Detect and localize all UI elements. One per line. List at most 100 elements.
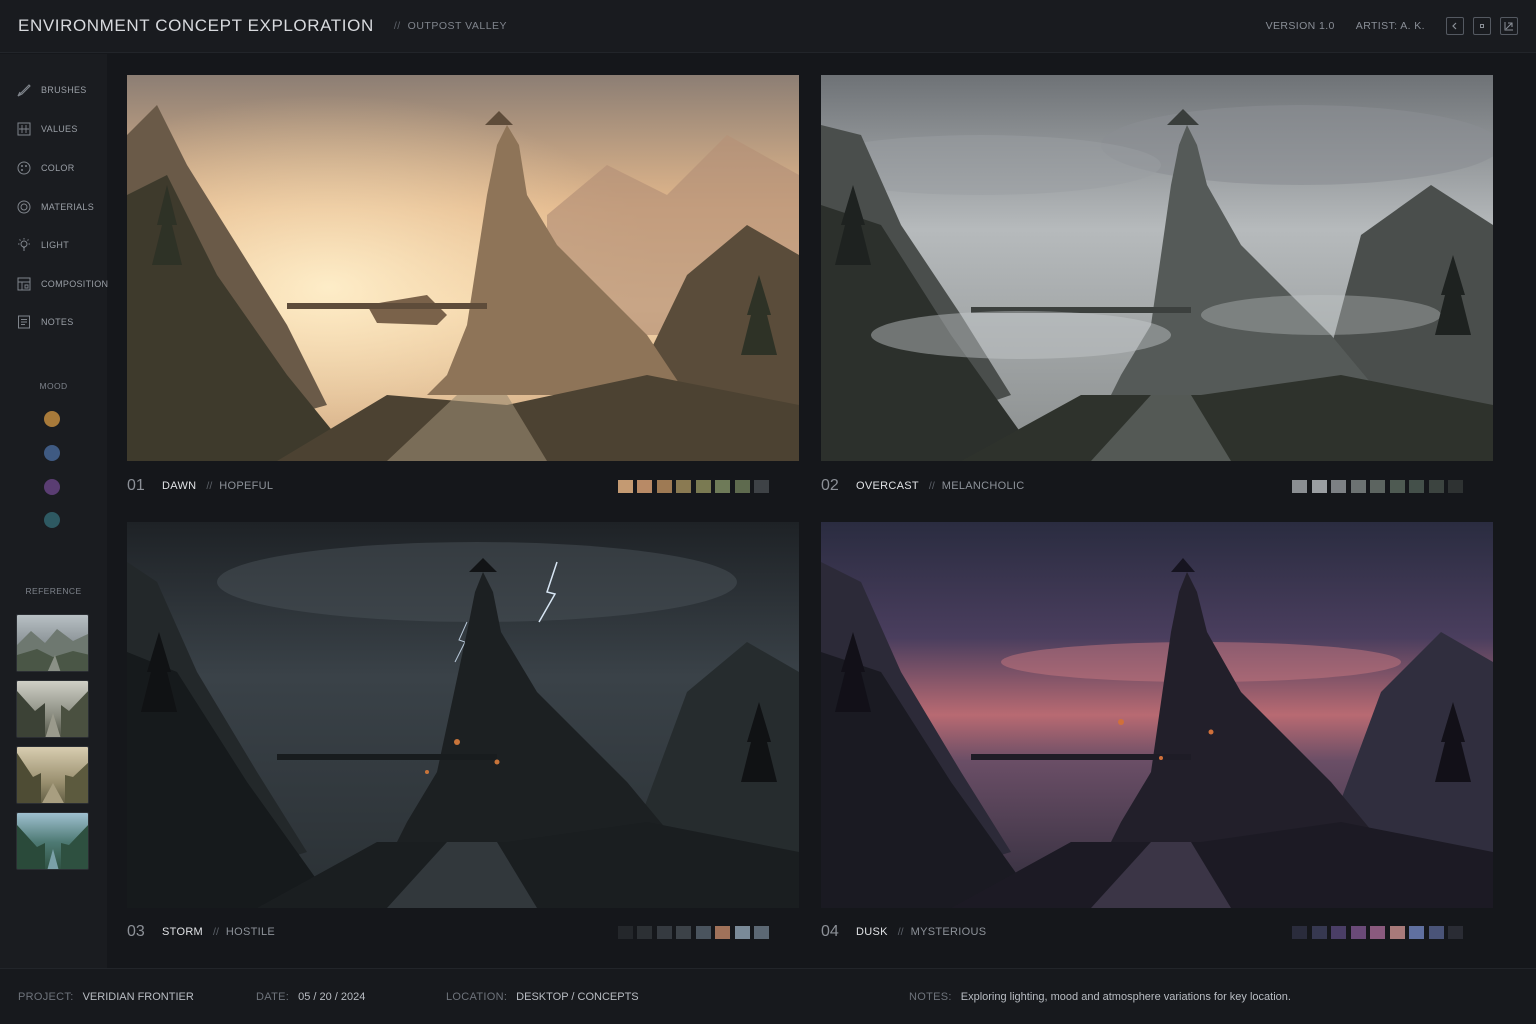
collapse-icon bbox=[1452, 22, 1457, 30]
palette-swatch[interactable] bbox=[617, 925, 633, 939]
restore-button[interactable] bbox=[1473, 17, 1491, 35]
palette-swatch[interactable] bbox=[1311, 925, 1327, 939]
square-icon bbox=[1480, 24, 1484, 28]
palette-swatch[interactable] bbox=[617, 479, 633, 493]
palette-swatch[interactable] bbox=[1331, 479, 1346, 493]
palette-swatch[interactable] bbox=[1389, 925, 1405, 939]
sidebar-item-light[interactable]: LIGHT bbox=[16, 236, 69, 254]
color-icon bbox=[16, 160, 32, 176]
concept-image-dawn[interactable] bbox=[127, 75, 799, 461]
values-icon bbox=[16, 121, 32, 137]
sidebar-item-label: COMPOSITION bbox=[41, 279, 109, 289]
footer-location: LOCATION: DESKTOP / CONCEPTS bbox=[446, 991, 639, 1003]
sidebar-item-label: LIGHT bbox=[41, 240, 70, 250]
panel-caption: 01 DAWN // HOPEFUL bbox=[127, 475, 799, 497]
palette-swatch[interactable] bbox=[1448, 479, 1463, 493]
mood-swatch-amber[interactable] bbox=[44, 411, 60, 427]
palette-swatch[interactable] bbox=[1370, 925, 1385, 939]
reference-thumbnail[interactable] bbox=[16, 746, 89, 804]
palette-swatch[interactable] bbox=[1292, 925, 1307, 939]
panel-number: 03 bbox=[127, 923, 145, 940]
mood-section-label: MOOD bbox=[39, 381, 68, 391]
reference-thumbnail[interactable] bbox=[16, 680, 89, 738]
mood-swatch-teal[interactable] bbox=[44, 512, 60, 528]
sidebar-item-composition[interactable]: COMPOSITION bbox=[16, 275, 108, 293]
palette-swatch[interactable] bbox=[656, 479, 672, 493]
palette-swatch[interactable] bbox=[1350, 479, 1366, 493]
palette-swatch[interactable] bbox=[734, 925, 750, 939]
version-label: VERSION 1.0 bbox=[1265, 20, 1335, 32]
palette-swatch[interactable] bbox=[637, 479, 652, 493]
palette-swatch[interactable] bbox=[676, 479, 691, 493]
expand-button[interactable] bbox=[1500, 17, 1518, 35]
palette-swatch[interactable] bbox=[754, 925, 769, 939]
subtitle-separator: // bbox=[393, 20, 401, 32]
palette-swatch[interactable] bbox=[1409, 925, 1424, 939]
composition-icon bbox=[16, 276, 32, 292]
palette-swatch[interactable] bbox=[1428, 479, 1444, 493]
palette-swatch[interactable] bbox=[1292, 479, 1307, 493]
panel-mood-name: DAWN bbox=[162, 480, 197, 492]
concept-image-storm[interactable] bbox=[127, 522, 799, 908]
mood-swatch-blue[interactable] bbox=[44, 445, 60, 461]
reference-thumbnail[interactable] bbox=[16, 812, 89, 870]
palette-swatch[interactable] bbox=[1331, 925, 1346, 939]
sidebar-item-label: BRUSHES bbox=[41, 85, 87, 95]
panel-caption: 02 OVERCAST // MELANCHOLIC bbox=[821, 475, 1493, 497]
palette-swatch[interactable] bbox=[1389, 479, 1405, 493]
sidebar-item-values[interactable]: VALUES bbox=[16, 120, 78, 138]
concept-image-overcast[interactable] bbox=[821, 75, 1493, 461]
panel-mood-description: HOPEFUL bbox=[219, 480, 274, 492]
header-bar: ENVIRONMENT CONCEPT EXPLORATION // OUTPOS… bbox=[0, 0, 1536, 53]
panel-mood-description: MYSTERIOUS bbox=[910, 926, 987, 938]
materials-icon bbox=[16, 199, 32, 215]
mood-swatch-purple[interactable] bbox=[44, 479, 60, 495]
panel-mood-description: MELANCHOLIC bbox=[941, 480, 1025, 492]
palette-swatch[interactable] bbox=[695, 479, 711, 493]
light-icon bbox=[16, 237, 32, 253]
footer-value: 05 / 20 / 2024 bbox=[298, 991, 366, 1003]
concept-image-dusk[interactable] bbox=[821, 522, 1493, 908]
palette-swatch[interactable] bbox=[637, 925, 652, 939]
palette-swatch[interactable] bbox=[1448, 925, 1463, 939]
reference-thumbnail[interactable] bbox=[16, 614, 89, 672]
palette-swatch[interactable] bbox=[1350, 925, 1366, 939]
palette-swatch[interactable] bbox=[715, 479, 730, 493]
sidebar-item-materials[interactable]: MATERIALS bbox=[16, 198, 94, 216]
color-palette bbox=[1288, 479, 1463, 493]
palette-swatch[interactable] bbox=[1409, 479, 1424, 493]
panel-caption: 04 DUSK // MYSTERIOUS bbox=[821, 921, 1493, 943]
footer-value: VERIDIAN FRONTIER bbox=[82, 991, 194, 1003]
panel-number: 02 bbox=[821, 477, 839, 494]
sidebar-item-label: NOTES bbox=[41, 317, 74, 327]
sidebar-item-label: COLOR bbox=[41, 163, 75, 173]
footer-key: PROJECT: bbox=[18, 991, 74, 1003]
palette-swatch[interactable] bbox=[676, 925, 691, 939]
expand-icon bbox=[1504, 22, 1513, 31]
notes-icon bbox=[16, 314, 32, 330]
palette-swatch[interactable] bbox=[1370, 479, 1385, 493]
palette-swatch[interactable] bbox=[754, 479, 769, 493]
palette-swatch[interactable] bbox=[1428, 925, 1444, 939]
palette-swatch[interactable] bbox=[715, 925, 730, 939]
footer-bar: PROJECT: VERIDIAN FRONTIER DATE: 05 / 20… bbox=[0, 968, 1536, 1024]
panel-mood-description: HOSTILE bbox=[225, 926, 276, 938]
palette-swatch[interactable] bbox=[1311, 479, 1327, 493]
app-window: ENVIRONMENT CONCEPT EXPLORATION // OUTPOS… bbox=[0, 0, 1536, 1024]
palette-swatch[interactable] bbox=[656, 925, 672, 939]
sidebar-item-notes[interactable]: NOTES bbox=[16, 313, 74, 331]
footer-key: NOTES: bbox=[909, 991, 952, 1003]
panel-separator: // bbox=[897, 926, 904, 938]
artist-label: ARTIST: A. K. bbox=[1355, 20, 1425, 32]
palette-swatch[interactable] bbox=[734, 479, 750, 493]
color-palette bbox=[1288, 925, 1463, 939]
footer-notes: NOTES: Exploring lighting, mood and atmo… bbox=[909, 991, 1291, 1003]
app-title: ENVIRONMENT CONCEPT EXPLORATION bbox=[18, 16, 374, 35]
project-subtitle: // OUTPOST VALLEY bbox=[394, 20, 507, 32]
sidebar-item-color[interactable]: COLOR bbox=[16, 159, 75, 177]
minimize-button[interactable] bbox=[1446, 17, 1464, 35]
sidebar-item-brushes[interactable]: BRUSHES bbox=[16, 81, 87, 99]
panel-separator: // bbox=[206, 480, 213, 492]
footer-value: Exploring lighting, mood and atmosphere … bbox=[960, 991, 1291, 1003]
palette-swatch[interactable] bbox=[695, 925, 711, 939]
